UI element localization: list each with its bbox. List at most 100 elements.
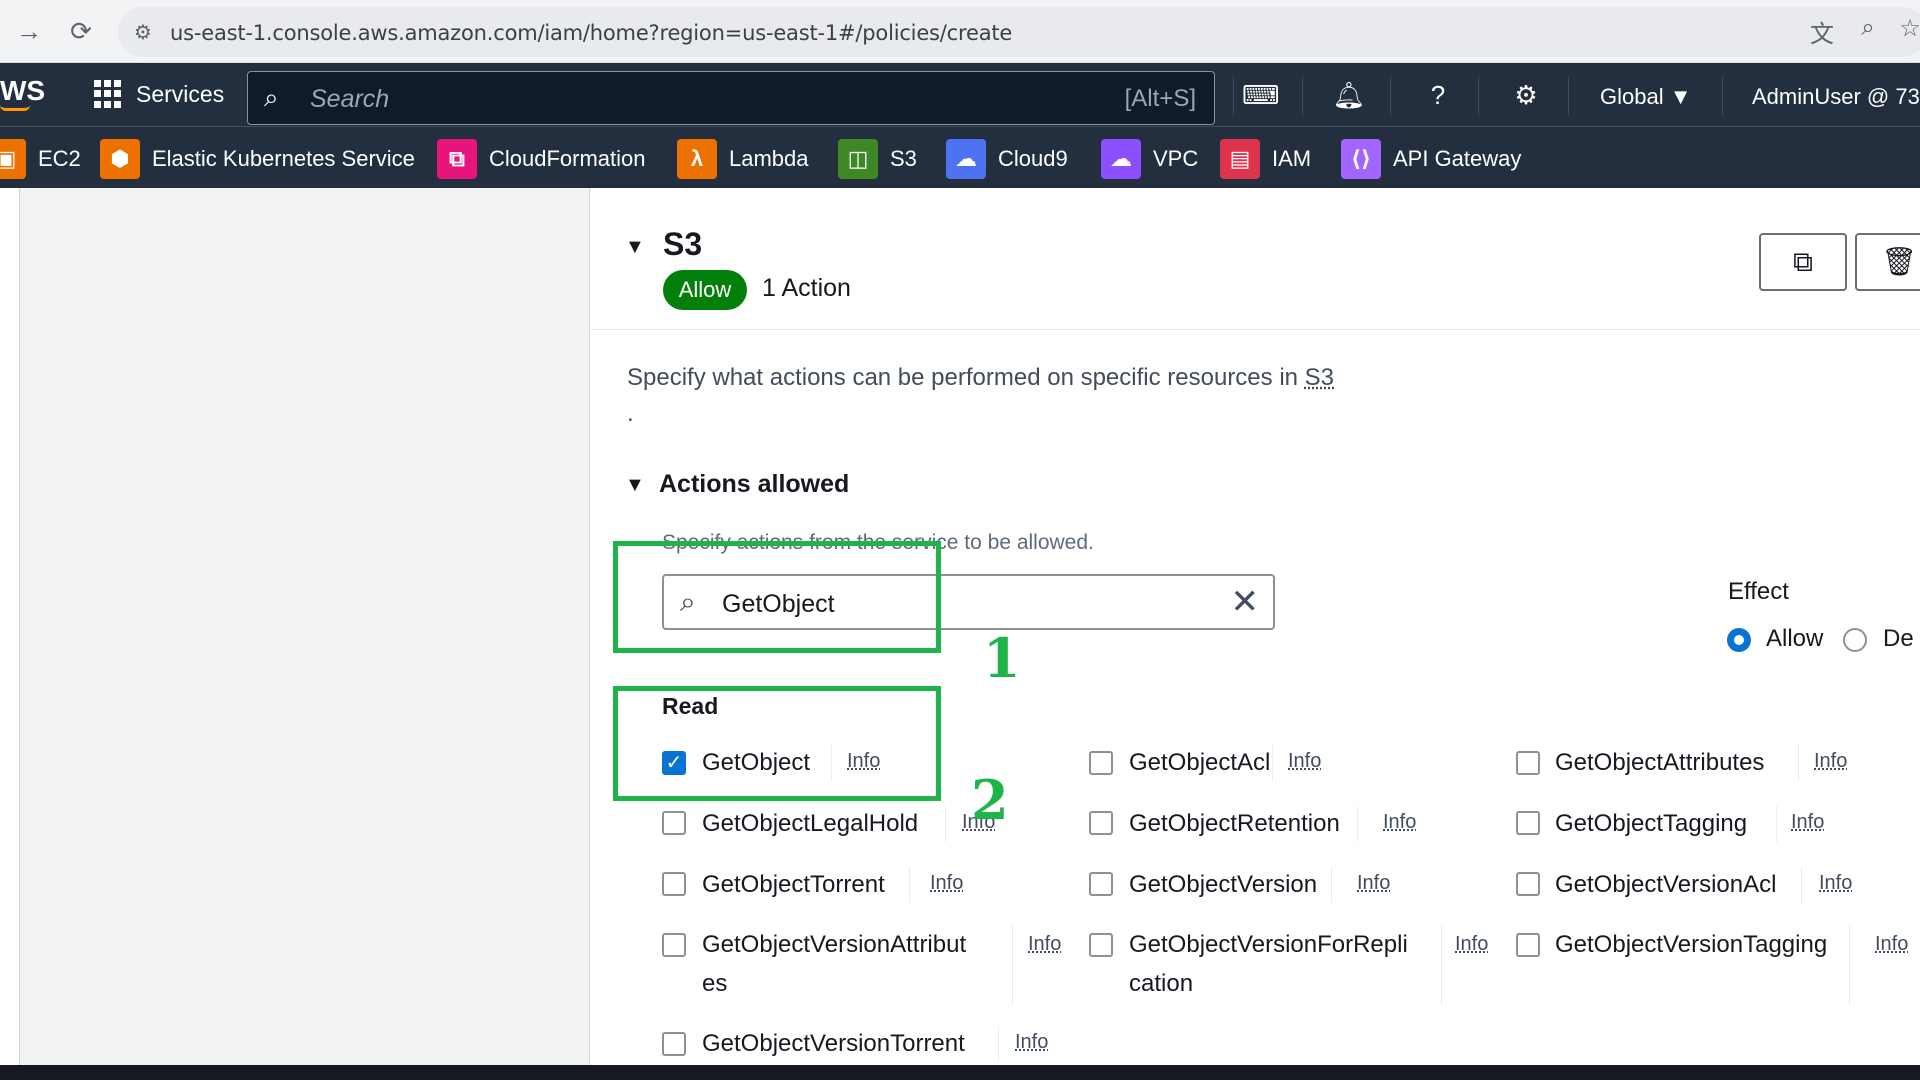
reload-icon[interactable]: ⟳ xyxy=(64,14,98,48)
favorites-bar: ▣ EC2 ⬢ Elastic Kubernetes Service ⧉ Clo… xyxy=(0,126,1920,188)
delete-button[interactable]: 🗑︎ xyxy=(1855,233,1920,291)
info-link[interactable]: Info xyxy=(1357,872,1390,895)
gear-icon[interactable]: ⚙ xyxy=(1508,77,1544,113)
action-name: GetObjectVersionForRepli cation xyxy=(1129,931,1408,997)
action-checkbox[interactable] xyxy=(662,933,686,957)
bell-icon[interactable]: 🔔︎ xyxy=(1331,77,1367,113)
action-checkbox[interactable] xyxy=(662,811,686,835)
action-checkbox[interactable] xyxy=(662,1032,686,1056)
favorite-lambda[interactable]: λ Lambda xyxy=(677,139,809,179)
aws-logo-text: WS xyxy=(0,75,46,106)
info-link[interactable]: Info xyxy=(1288,750,1321,773)
services-label: Services xyxy=(136,80,225,107)
favorite-api-gateway[interactable]: ⟨⟩ API Gateway xyxy=(1341,139,1522,179)
lambda-icon: λ xyxy=(677,139,717,179)
trash-icon: 🗑︎ xyxy=(1881,246,1917,277)
side-rail xyxy=(0,188,20,1065)
account-menu[interactable]: AdminUser @ 73 xyxy=(1752,84,1920,110)
step-number-2: 2 xyxy=(971,768,1009,832)
action-checkbox[interactable] xyxy=(662,872,686,896)
favorite-label: API Gateway xyxy=(1393,146,1522,171)
action-checkbox[interactable] xyxy=(1089,872,1113,896)
favorite-label: Lambda xyxy=(729,146,809,171)
favorite-s3[interactable]: ◫ S3 xyxy=(838,139,917,179)
bookmark-star-icon[interactable]: ☆ xyxy=(1894,14,1920,43)
actions-allowed-title[interactable]: Actions allowed xyxy=(659,470,849,499)
action-checkbox[interactable] xyxy=(1089,751,1113,775)
forward-icon[interactable]: → xyxy=(12,14,46,48)
favorite-label: Cloud9 xyxy=(998,146,1068,171)
action-checkbox[interactable] xyxy=(1516,872,1540,896)
favorite-cloudformation[interactable]: ⧉ CloudFormation xyxy=(437,139,646,179)
help-icon[interactable]: ? xyxy=(1420,77,1456,113)
action-checkbox[interactable] xyxy=(1516,751,1540,775)
region-selector[interactable]: Global ▼ xyxy=(1600,84,1691,110)
url-text[interactable]: us-east-1.console.aws.amazon.com/iam/hom… xyxy=(170,21,1012,45)
search-shortcut: [Alt+S] xyxy=(1124,85,1196,112)
info-link[interactable]: Info xyxy=(1015,1031,1048,1054)
info-link[interactable]: Info xyxy=(1875,933,1908,956)
action-name: GetObjectTagging xyxy=(1555,810,1748,837)
info-link[interactable]: Info xyxy=(1383,811,1416,834)
cloud9-icon: ☁ xyxy=(946,139,986,179)
info-link[interactable]: Info xyxy=(1455,933,1488,956)
service-title: S3 xyxy=(663,226,703,262)
action-name: GetObjectLegalHold xyxy=(702,810,919,837)
favorite-ec2[interactable]: ▣ EC2 xyxy=(0,139,81,179)
site-settings-icon[interactable]: ⚙ xyxy=(134,20,152,45)
favorite-label: VPC xyxy=(1153,146,1199,171)
aws-smile-icon xyxy=(0,105,30,111)
info-link[interactable]: Info xyxy=(1791,811,1824,834)
api-gateway-icon: ⟨⟩ xyxy=(1341,139,1381,179)
actions-collapse-caret-icon[interactable]: ▼ xyxy=(625,474,645,497)
aws-top-nav: WS Services ⌕ Search [Alt+S] ⌨ 🔔︎ ? ⚙ Gl… xyxy=(0,63,1920,126)
action-name: GetObjectVersionAttribut es xyxy=(702,931,967,997)
grid-icon xyxy=(94,80,122,108)
vpc-icon: ☁ xyxy=(1101,139,1141,179)
action-checkbox[interactable] xyxy=(1516,933,1540,957)
collapse-caret-icon[interactable]: ▼ xyxy=(625,236,645,259)
favorite-vpc[interactable]: ☁ VPC xyxy=(1101,139,1199,179)
search-placeholder: Search xyxy=(310,85,390,113)
bottom-bar xyxy=(0,1065,1920,1080)
favorite-iam[interactable]: ▤ IAM xyxy=(1220,139,1312,179)
action-checkbox[interactable] xyxy=(1089,811,1113,835)
action-checkbox[interactable] xyxy=(1516,811,1540,835)
favorite-cloud9[interactable]: ☁ Cloud9 xyxy=(946,139,1068,179)
favorite-label: CloudFormation xyxy=(489,146,646,171)
highlight-box-1 xyxy=(613,541,941,653)
action-name: GetObjectVersionTorrent xyxy=(702,1030,965,1057)
zoom-icon[interactable]: ⌕ xyxy=(1852,14,1884,42)
clear-icon[interactable]: ✕ xyxy=(1231,582,1260,622)
action-name: GetObjectTorrent xyxy=(702,871,885,898)
favorite-label: IAM xyxy=(1272,146,1312,171)
info-link[interactable]: Info xyxy=(1028,933,1061,956)
search-icon: ⌕ xyxy=(264,82,279,112)
favorite-label: S3 xyxy=(890,146,917,171)
services-menu-button[interactable]: Services xyxy=(94,80,224,108)
info-link[interactable]: Info xyxy=(1819,872,1852,895)
action-checkbox[interactable] xyxy=(1089,933,1113,957)
service-description: Specify what actions can be performed on… xyxy=(627,364,1334,392)
favorite-eks[interactable]: ⬢ Elastic Kubernetes Service xyxy=(100,139,415,179)
highlight-box-2 xyxy=(613,686,941,801)
info-link[interactable]: Info xyxy=(930,872,963,895)
address-bar[interactable]: ⚙ us-east-1.console.aws.amazon.com/iam/h… xyxy=(118,7,1920,57)
cloudformation-icon: ⧉ xyxy=(437,139,477,179)
left-panel xyxy=(0,188,590,1065)
translate-icon[interactable]: 文 xyxy=(1806,14,1838,49)
aws-logo[interactable]: WS xyxy=(0,75,46,111)
cloudshell-icon[interactable]: ⌨ xyxy=(1242,77,1280,113)
iam-icon: ▤ xyxy=(1220,139,1260,179)
console-search-input[interactable]: ⌕ Search [Alt+S] xyxy=(247,71,1215,125)
duplicate-button[interactable]: ⧉ xyxy=(1759,233,1847,291)
service-link[interactable]: S3 xyxy=(1305,364,1334,391)
description-text: Specify what actions can be performed on… xyxy=(627,364,1305,391)
effect-allow-radio[interactable] xyxy=(1727,628,1751,652)
info-link[interactable]: Info xyxy=(1814,750,1847,773)
effect-allow-label: Allow xyxy=(1766,625,1824,652)
action-name: GetObjectVersionAcl xyxy=(1555,871,1777,898)
eks-icon: ⬢ xyxy=(100,139,140,179)
effect-deny-radio[interactable] xyxy=(1843,628,1867,652)
duplicate-icon: ⧉ xyxy=(1793,246,1813,277)
